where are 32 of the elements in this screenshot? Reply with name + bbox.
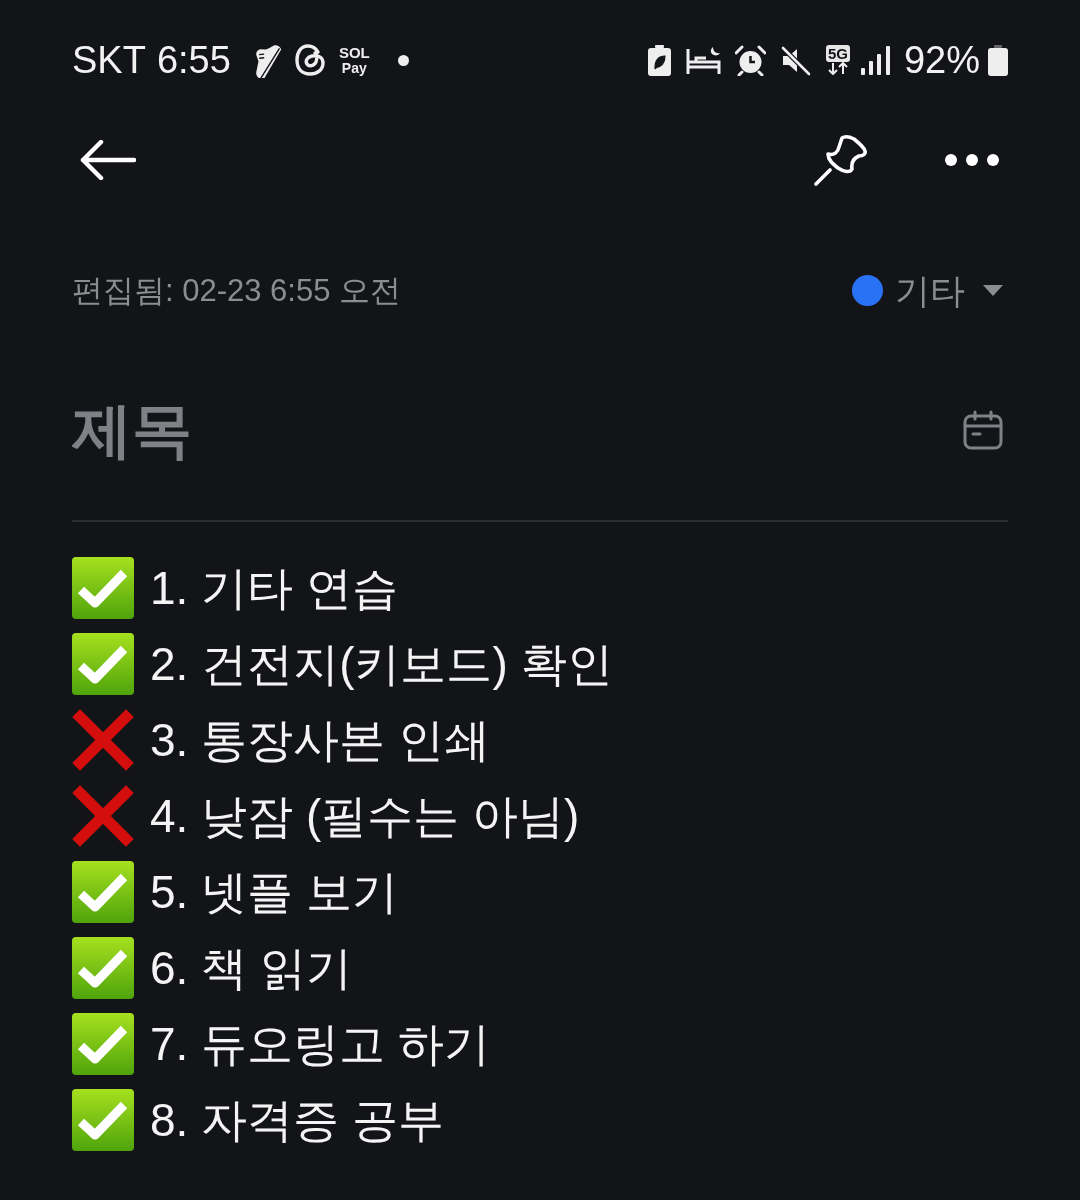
checklist-item-text: 7. 듀오링고 하기 — [150, 1021, 490, 1067]
battery-percentage: 92% — [903, 41, 980, 79]
notification-dot-icon — [397, 54, 409, 66]
more-options-button[interactable] — [944, 153, 1000, 167]
at-sign-icon — [293, 42, 327, 78]
app-logo-text: SOL — [338, 45, 370, 60]
pin-button[interactable] — [814, 134, 868, 186]
calendar-button[interactable] — [963, 410, 1003, 450]
data-arrows-icon — [825, 62, 850, 75]
signal-bars-icon — [860, 45, 890, 75]
more-dots-icon — [944, 153, 1000, 167]
category-dropdown[interactable]: 기타 — [852, 272, 1003, 308]
edited-timestamp: 편집됨: 02-23 6:55 오전 — [72, 274, 402, 306]
checklist-item-text: 5. 넷플 보기 — [150, 869, 398, 915]
pin-icon — [814, 134, 868, 186]
battery-icon — [988, 44, 1008, 76]
calendar-icon — [963, 410, 1003, 450]
checklist-item-text: 6. 책 읽기 — [150, 945, 352, 991]
app-logo-text: Pay — [341, 61, 367, 75]
bed-icon — [685, 45, 721, 75]
checklist-item-text: 3. 통장사본 인쇄 — [150, 717, 490, 763]
alarm-clock-icon — [734, 44, 766, 76]
caret-icon — [983, 284, 1003, 296]
back-arrow-icon — [80, 140, 136, 180]
network-type-label: 5G — [825, 45, 850, 62]
checklist-item-text: 8. 자격증 공부 — [150, 1097, 444, 1143]
leaf-battery-icon — [647, 44, 671, 76]
mute-icon — [779, 44, 811, 76]
clock-time: 6:55 — [156, 41, 231, 79]
carrier-name: SKT — [72, 41, 146, 79]
back-button[interactable] — [80, 140, 136, 180]
checklist-item-text: 1. 기타 연습 — [150, 565, 398, 611]
